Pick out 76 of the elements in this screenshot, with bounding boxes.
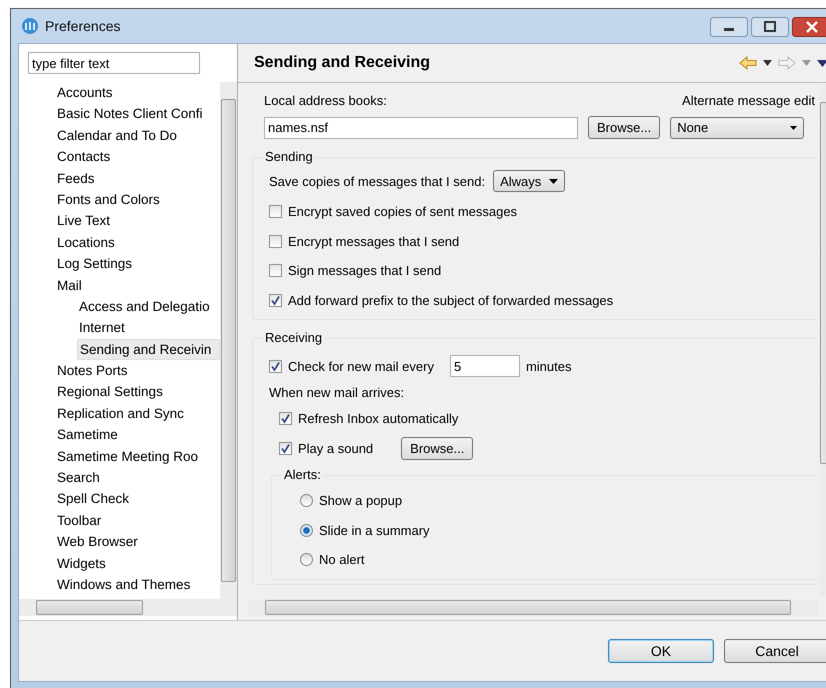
checkbox-label: Encrypt messages that I send (288, 234, 460, 249)
vertical-scrollbar[interactable] (220, 82, 237, 599)
radio-label: Show a popup (319, 493, 402, 508)
tree-item[interactable]: Locations (55, 232, 220, 254)
checkbox[interactable] (269, 264, 282, 278)
group-legend: Alerts: (282, 467, 323, 482)
tree-item[interactable]: Contacts (55, 146, 220, 168)
checkbox-label: Check for new mail every (288, 358, 434, 374)
horizontal-scrollbar[interactable] (248, 599, 818, 616)
address-book-field[interactable]: names.nsf (264, 116, 578, 138)
tree-item[interactable]: Basic Notes Client Confi (55, 103, 220, 125)
tree-item[interactable]: Notes Ports (55, 360, 220, 382)
radio-label: Slide in a summary (319, 522, 430, 538)
tree-item[interactable]: Search (55, 467, 220, 488)
tree-item[interactable]: Feeds (55, 168, 220, 189)
app-logo-icon[interactable] (21, 17, 39, 35)
forward-arrow-icon[interactable] (778, 56, 796, 70)
field-label: Local address books: (264, 93, 387, 108)
tree-item[interactable]: Windows and Themes (55, 574, 220, 596)
tree-item[interactable]: Calendar and To Do (55, 124, 220, 146)
filter-field[interactable]: type filter text (28, 52, 200, 74)
minimize-icon[interactable] (710, 17, 748, 37)
checkbox[interactable] (269, 294, 282, 308)
dialog-button[interactable]: Cancel (724, 639, 826, 663)
window-title: Preferences (45, 18, 120, 34)
radio-label: No alert (319, 552, 365, 568)
checkbox[interactable] (269, 205, 282, 218)
checkbox-label: Encrypt saved copies of sent messages (288, 204, 518, 220)
section-label: When new mail arrives: (269, 384, 406, 400)
dialog-button[interactable]: OK (608, 639, 714, 663)
save-copies-dropdown[interactable]: Always (493, 170, 566, 192)
group-legend: Sending (263, 149, 315, 164)
caret-icon[interactable] (549, 178, 558, 184)
tree-item[interactable]: Live Text (55, 210, 220, 232)
close-icon[interactable] (792, 17, 826, 37)
tree-item[interactable]: Regional Settings (55, 381, 220, 403)
checkbox-label: Refresh Inbox automatically (298, 411, 458, 426)
caret-icon[interactable] (790, 126, 798, 130)
page-title: Sending and Receiving (254, 54, 430, 72)
checkbox-label: Sign messages that I send (288, 263, 442, 278)
tree-item[interactable]: Accounts (55, 82, 220, 104)
radio-button[interactable] (300, 524, 313, 537)
field-label: minutes (526, 358, 572, 374)
checkbox[interactable] (279, 442, 292, 455)
tree-item[interactable]: Sametime Meeting Roo (55, 446, 220, 468)
maximize-icon[interactable] (751, 17, 789, 37)
tree-item[interactable]: Replication and Sync (55, 402, 220, 424)
tree-item[interactable]: Sametime (55, 424, 220, 446)
minutes-field[interactable]: 5 (450, 355, 520, 378)
browse-button[interactable]: Browse... (401, 436, 474, 460)
checkbox[interactable] (269, 234, 282, 248)
group-legend: Receiving (263, 330, 324, 346)
tree-item[interactable]: Web Browser (55, 531, 220, 553)
tree-item[interactable]: Spell Check (55, 488, 220, 510)
radio-button[interactable] (300, 494, 313, 508)
checkbox-label: Play a sound (298, 440, 374, 456)
field-label: Alternate message edit (682, 93, 815, 108)
tree-item[interactable]: Log Settings (55, 253, 220, 275)
tree-item[interactable]: Widgets (55, 552, 220, 574)
browse-button[interactable]: Browse... (588, 116, 660, 139)
radio-button[interactable] (300, 553, 313, 566)
editor-dropdown[interactable]: None (670, 116, 804, 138)
tree-item[interactable]: Sending and Receivin (77, 338, 220, 360)
horizontal-scrollbar[interactable] (19, 599, 237, 616)
field-label: Save copies of messages that I send: (269, 174, 486, 188)
caret-icon[interactable] (763, 60, 772, 66)
checkbox[interactable] (269, 360, 282, 373)
menu-caret-icon[interactable] (817, 60, 826, 66)
tree-item[interactable]: Access and Delegatio (77, 296, 220, 318)
checkbox-label: Add forward prefix to the subject of forwarded messages (288, 293, 614, 308)
tree-item[interactable]: Mail (55, 274, 220, 296)
tree-item[interactable]: Internet (77, 317, 220, 339)
checkbox[interactable] (279, 412, 292, 426)
back-arrow-icon[interactable] (739, 56, 757, 70)
tree-item[interactable]: Fonts and Colors (55, 188, 220, 210)
tree-item[interactable]: Toolbar (55, 510, 220, 532)
